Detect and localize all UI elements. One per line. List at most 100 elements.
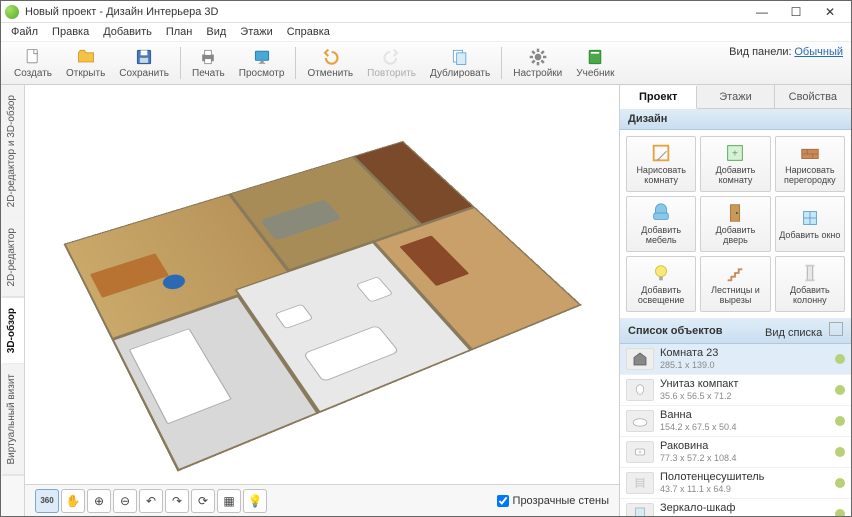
menu-3[interactable]: План xyxy=(160,24,199,40)
object-name: Полотенцесушитель xyxy=(660,471,829,484)
object-dims: 35.6 x 56.5 x 71.2 xyxy=(660,391,829,402)
nav-rotate-right-button[interactable]: ↷ xyxy=(165,489,189,513)
toolbar-label: Создать xyxy=(14,68,52,79)
object-item-1[interactable]: Унитаз компакт35.6 x 56.5 x 71.2 xyxy=(620,375,851,406)
nav-rotate-left-button[interactable]: ↶ xyxy=(139,489,163,513)
transparent-walls-input[interactable] xyxy=(497,495,509,507)
visibility-toggle-icon[interactable] xyxy=(835,478,845,488)
object-dims: 77.3 x 57.2 x 108.4 xyxy=(660,453,829,464)
tool-grid: Нарисовать комнату+Добавить комнату Нарис… xyxy=(620,130,851,318)
tool-label: Нарисовать перегородку xyxy=(778,166,842,186)
tool-window-button[interactable]: Добавить окно xyxy=(775,196,845,252)
panel-view-link[interactable]: Обычный xyxy=(794,46,843,58)
tool-column-button[interactable]: Добавить колонну xyxy=(775,256,845,312)
toolbar-label: Сохранить xyxy=(119,68,169,79)
object-info: Ванна154.2 x 67.5 x 50.4 xyxy=(660,409,829,433)
nav-zoom-in-button[interactable]: ⊕ xyxy=(87,489,111,513)
menu-5[interactable]: Этажи xyxy=(234,24,278,40)
window-icon xyxy=(799,207,821,229)
tool-label: Добавить дверь xyxy=(703,226,767,246)
right-panel: ПроектЭтажиСвойства Дизайн Нарисовать ко… xyxy=(619,85,851,516)
tool-label: Добавить освещение xyxy=(629,286,693,306)
objects-section-header: Список объектов Вид списка xyxy=(620,318,851,344)
left-tab-2[interactable]: 3D-обзор xyxy=(1,298,24,364)
toolbar-undo-button[interactable]: Отменить xyxy=(300,43,360,83)
right-tab-1[interactable]: Этажи xyxy=(697,85,774,108)
toolbar-separator xyxy=(295,47,296,79)
nav-rotate-button[interactable]: ⟳ xyxy=(191,489,215,513)
tool-add-room-button[interactable]: +Добавить комнату xyxy=(700,136,770,192)
object-item-2[interactable]: Ванна154.2 x 67.5 x 50.4 xyxy=(620,406,851,437)
object-item-5[interactable]: Зеркало-шкаф80.2 x 18.2 x 70.0 xyxy=(620,499,851,516)
menu-4[interactable]: Вид xyxy=(200,24,232,40)
nav-hand-button[interactable]: ✋ xyxy=(61,489,85,513)
object-list: Комната 23285.1 x 139.0 Унитаз компакт35.… xyxy=(620,344,851,516)
toilet-icon xyxy=(626,379,654,401)
visibility-toggle-icon[interactable] xyxy=(835,385,845,395)
visibility-toggle-icon[interactable] xyxy=(835,509,845,516)
visibility-toggle-icon[interactable] xyxy=(835,354,845,364)
gear-icon xyxy=(528,47,548,67)
object-item-0[interactable]: Комната 23285.1 x 139.0 xyxy=(620,344,851,375)
object-info: Комната 23285.1 x 139.0 xyxy=(660,347,829,371)
tool-armchair-button[interactable]: Добавить мебель xyxy=(626,196,696,252)
room-icon xyxy=(626,348,654,370)
maximize-button[interactable]: ☐ xyxy=(779,2,813,22)
menu-2[interactable]: Добавить xyxy=(97,24,158,40)
app-logo-icon xyxy=(5,5,19,19)
left-tab-1[interactable]: 2D-редактор xyxy=(1,218,24,298)
svg-text:+: + xyxy=(733,149,739,160)
close-button[interactable]: ✕ xyxy=(813,2,847,22)
monitor-icon xyxy=(252,47,272,67)
canvas-toolbar: 360✋⊕⊖↶↷⟳▦💡 Прозрачные стены xyxy=(25,484,619,516)
nav-light-button[interactable]: 💡 xyxy=(243,489,267,513)
nav-360-button[interactable]: 360 xyxy=(35,489,59,513)
minimize-button[interactable]: — xyxy=(745,2,779,22)
nav-grid-button[interactable]: ▦ xyxy=(217,489,241,513)
redo-icon xyxy=(382,47,402,67)
toolbar-label: Просмотр xyxy=(239,68,285,79)
tool-label: Добавить колонну xyxy=(778,286,842,306)
workspace: 2D-редактор и 3D-обзор2D-редактор3D-обзо… xyxy=(1,85,851,516)
menubar: ФайлПравкаДобавитьПланВидЭтажиСправка xyxy=(1,23,851,41)
draw-room-icon xyxy=(650,142,672,164)
visibility-toggle-icon[interactable] xyxy=(835,416,845,426)
list-view-icon xyxy=(829,322,843,336)
3d-viewport[interactable] xyxy=(25,85,619,484)
toolbar-duplicate-button[interactable]: Дублировать xyxy=(423,43,497,83)
list-view-toggle[interactable]: Вид списка xyxy=(765,322,843,339)
wall-icon xyxy=(799,142,821,164)
object-info: Унитаз компакт35.6 x 56.5 x 71.2 xyxy=(660,378,829,402)
toolbar-monitor-button[interactable]: Просмотр xyxy=(232,43,292,83)
menu-0[interactable]: Файл xyxy=(5,24,44,40)
sink-icon xyxy=(626,441,654,463)
toolbar-redo-button[interactable]: Повторить xyxy=(360,43,423,83)
left-tab-3[interactable]: Виртуальный визит xyxy=(1,364,24,476)
object-item-3[interactable]: Раковина77.3 x 57.2 x 108.4 xyxy=(620,437,851,468)
object-name: Унитаз компакт xyxy=(660,378,829,391)
tool-label: Добавить мебель xyxy=(629,226,693,246)
transparent-walls-checkbox[interactable]: Прозрачные стены xyxy=(497,495,609,507)
object-item-4[interactable]: Полотенцесушитель43.7 x 11.1 x 64.9 xyxy=(620,468,851,499)
left-tab-0[interactable]: 2D-редактор и 3D-обзор xyxy=(1,85,24,218)
door-icon xyxy=(724,202,746,224)
toolbar-printer-button[interactable]: Печать xyxy=(185,43,232,83)
nav-zoom-out-button[interactable]: ⊖ xyxy=(113,489,137,513)
toolbar-folder-open-button[interactable]: Открыть xyxy=(59,43,112,83)
right-tab-0[interactable]: Проект xyxy=(620,86,697,109)
right-tab-2[interactable]: Свойства xyxy=(775,85,851,108)
canvas-panel: 360✋⊕⊖↶↷⟳▦💡 Прозрачные стены xyxy=(25,85,619,516)
toolbar-book-button[interactable]: Учебник xyxy=(569,43,621,83)
visibility-toggle-icon[interactable] xyxy=(835,447,845,457)
toolbar-label: Печать xyxy=(192,68,225,79)
tool-stairs-button[interactable]: Лестницы и вырезы xyxy=(700,256,770,312)
tool-door-button[interactable]: Добавить дверь xyxy=(700,196,770,252)
toolbar-gear-button[interactable]: Настройки xyxy=(506,43,569,83)
menu-6[interactable]: Справка xyxy=(281,24,336,40)
toolbar-file-new-button[interactable]: Создать xyxy=(7,43,59,83)
tool-draw-room-button[interactable]: Нарисовать комнату xyxy=(626,136,696,192)
toolbar-disk-button[interactable]: Сохранить xyxy=(112,43,176,83)
menu-1[interactable]: Правка xyxy=(46,24,95,40)
tool-wall-button[interactable]: Нарисовать перегородку xyxy=(775,136,845,192)
tool-bulb-button[interactable]: Добавить освещение xyxy=(626,256,696,312)
